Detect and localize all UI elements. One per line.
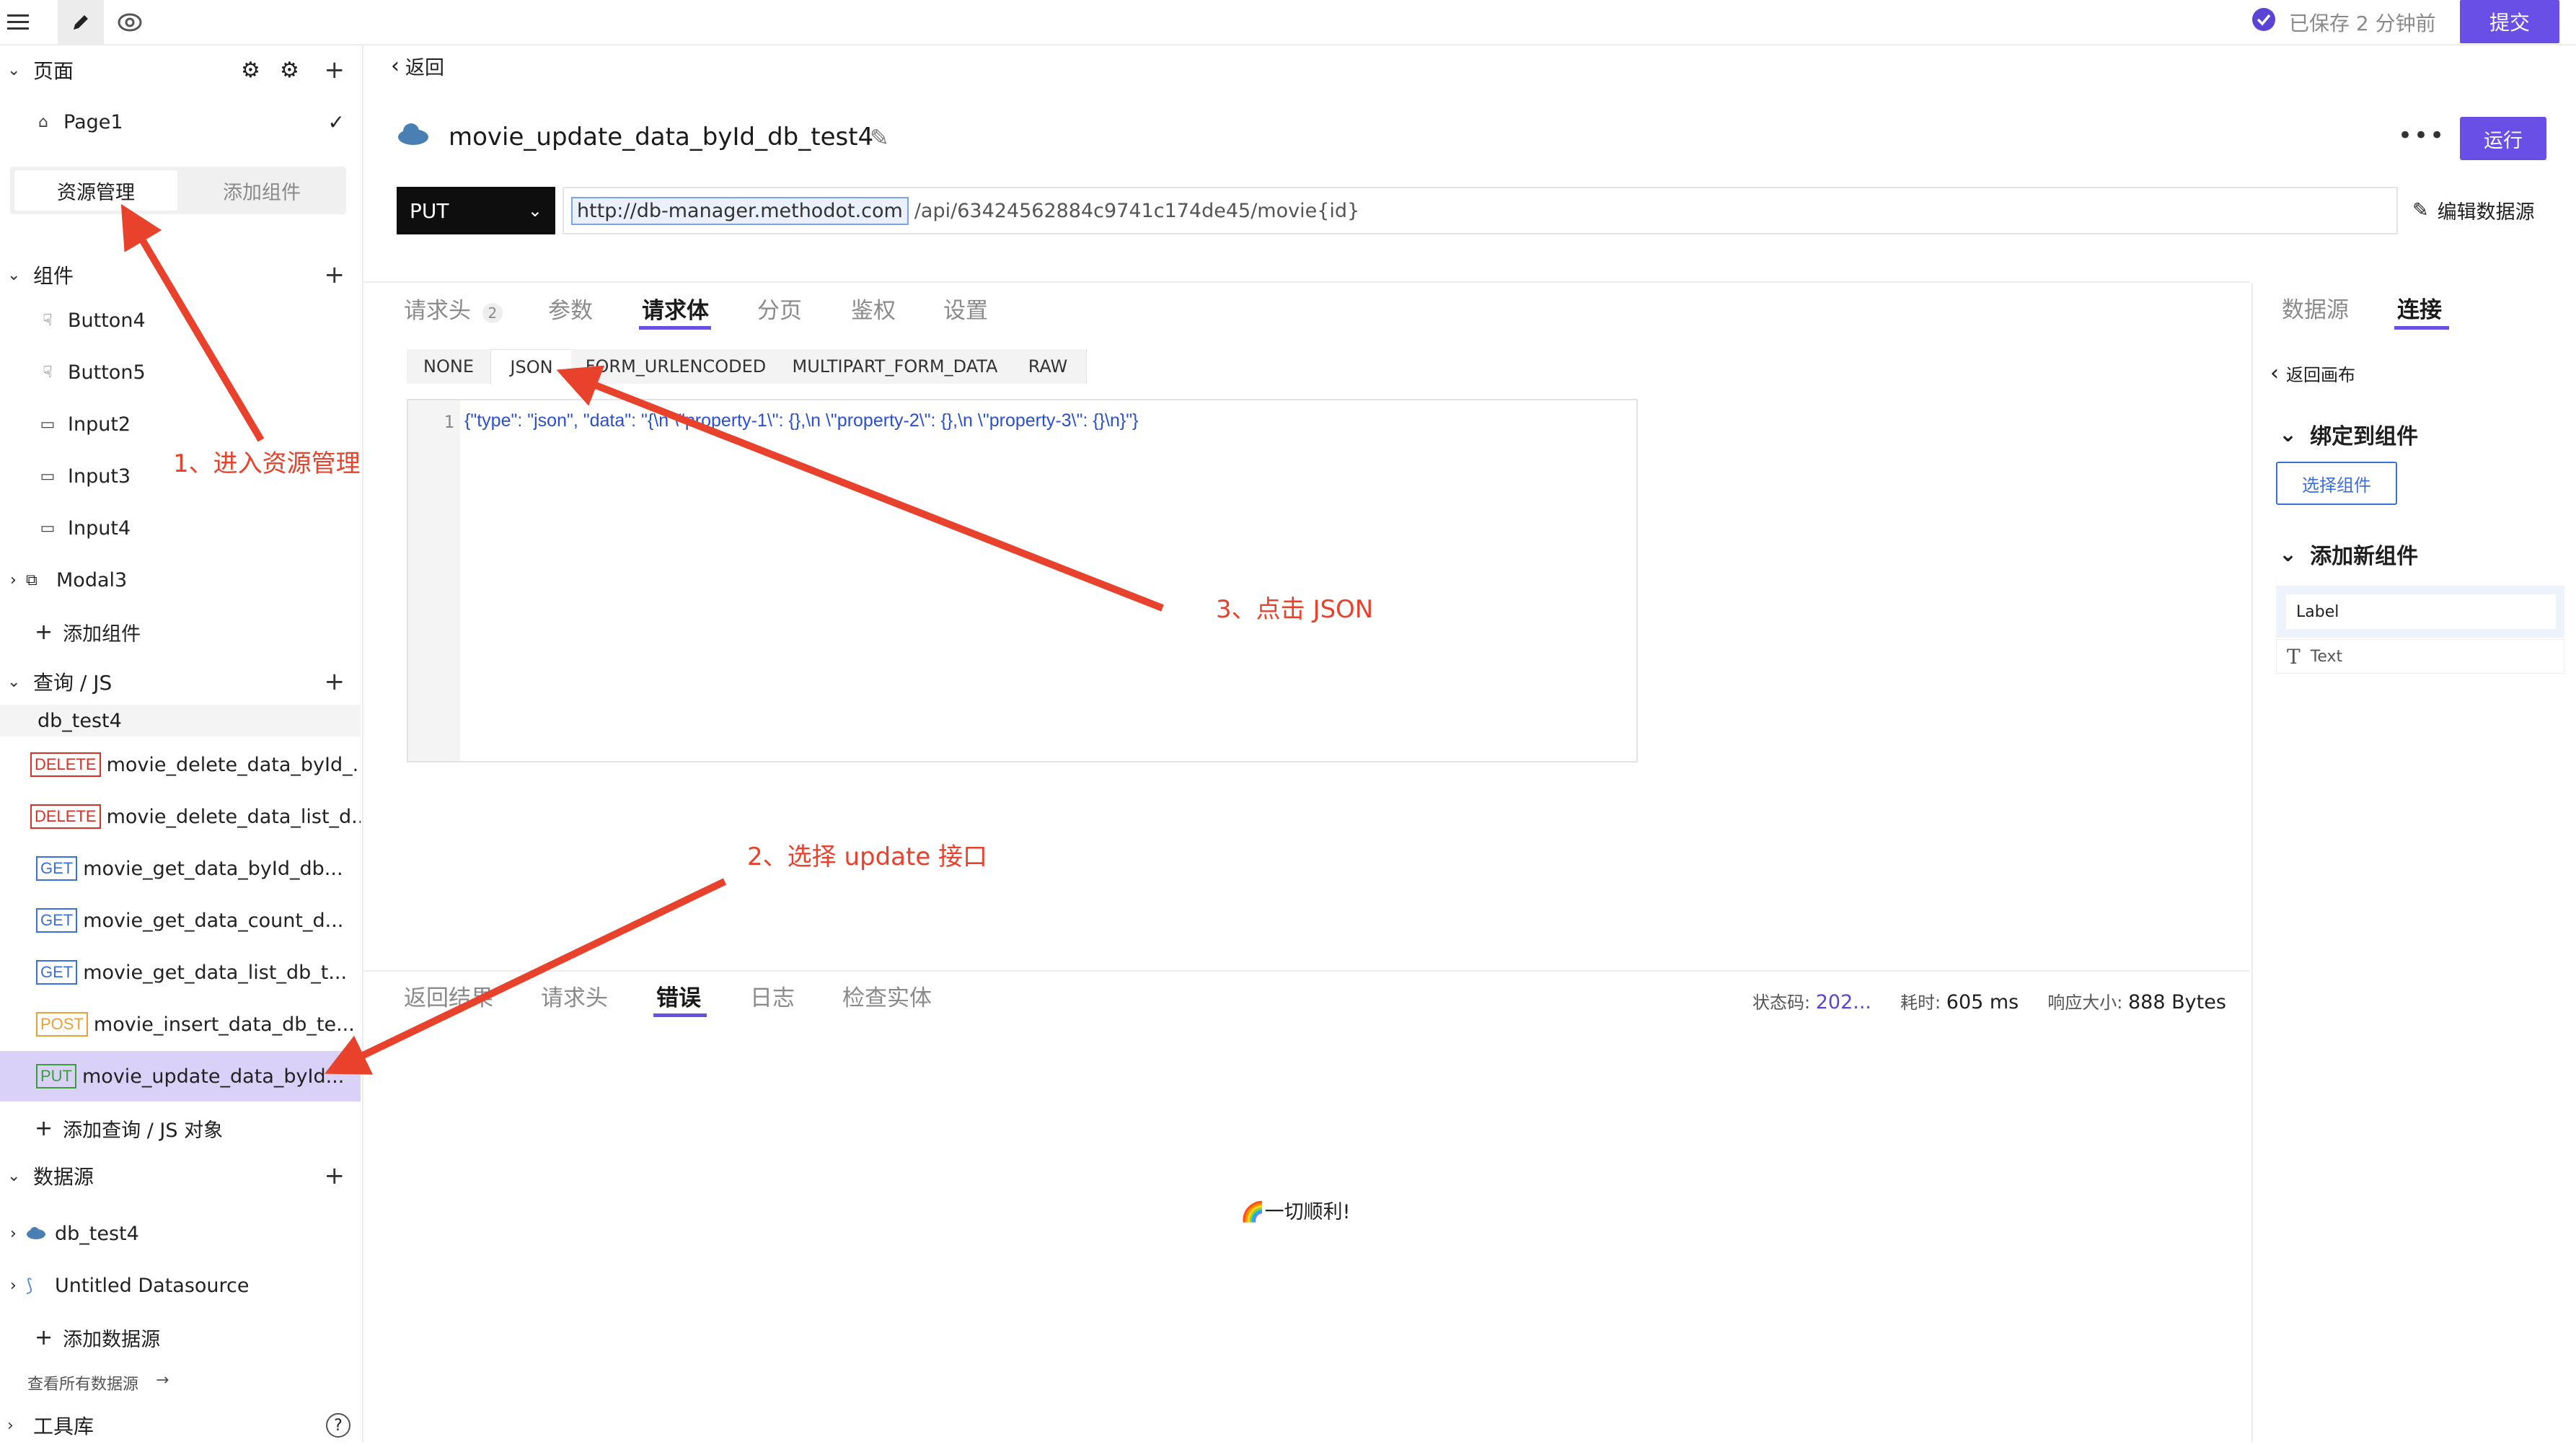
annotation-step3: 3、点击 JSON [1216,595,1374,624]
annotation-arrows [120,203,1164,1075]
annotation-step2: 2、选择 update 接口 [747,843,988,871]
arrow-to-resources [120,203,265,442]
arrow-to-update-query [324,878,727,1075]
arrow-to-json [556,365,1164,612]
annotation-step1: 1、进入资源管理 [173,449,361,478]
